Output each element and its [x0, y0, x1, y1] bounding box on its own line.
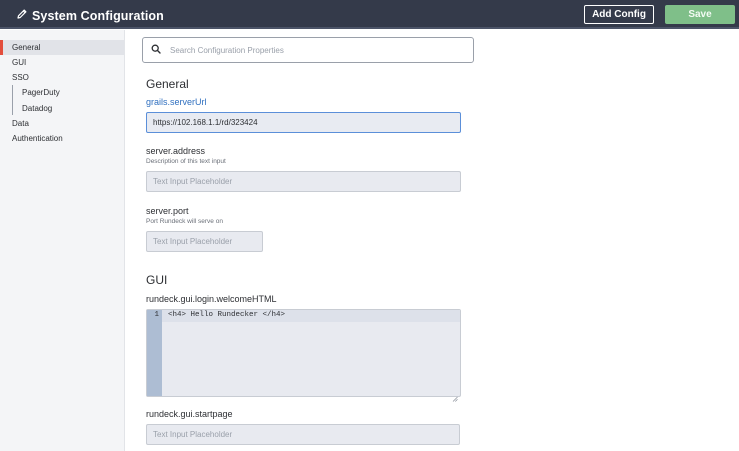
code-line[interactable]: <h4> Hello Rundecker </h4>	[168, 311, 285, 319]
app-window: System Configuration Add Config Save Gen…	[0, 0, 739, 451]
resize-handle-icon[interactable]	[452, 389, 458, 402]
sidebar-item-gui[interactable]: GUI	[0, 55, 124, 70]
sidebar-item-authentication[interactable]: Authentication	[0, 131, 124, 146]
sidebar-item-datadog[interactable]: Datadog	[0, 101, 124, 116]
server-port-description: Port Rundeck will serve on	[146, 218, 223, 225]
search-input[interactable]	[170, 45, 460, 55]
page-title: System Configuration	[32, 9, 164, 23]
header-brand: System Configuration	[16, 7, 164, 25]
startpage-label: rundeck.gui.startpage	[146, 409, 233, 419]
server-url-input[interactable]	[146, 112, 461, 133]
main-content: General grails.serverUrl server.address …	[126, 30, 739, 451]
server-address-description: Description of this text input	[146, 158, 226, 165]
sidebar-item-sso[interactable]: SSO	[0, 70, 124, 85]
welcome-html-label: rundeck.gui.login.welcomeHTML	[146, 294, 277, 304]
pencil-icon	[16, 7, 32, 25]
section-title-general: General	[146, 77, 189, 91]
server-port-label: server.port	[146, 206, 189, 216]
sidebar-item-pagerduty[interactable]: PagerDuty	[0, 85, 124, 100]
server-address-label: server.address	[146, 146, 206, 156]
section-title-gui: GUI	[146, 273, 168, 287]
header-bar: System Configuration Add Config Save	[0, 0, 739, 29]
code-editor[interactable]: 1 <h4> Hello Rundecker </h4>	[146, 309, 461, 402]
line-number: 1	[154, 311, 159, 319]
editor-gutter	[147, 310, 162, 396]
server-address-input[interactable]	[146, 171, 461, 192]
add-config-button[interactable]: Add Config	[584, 5, 654, 24]
sidebar-item-general[interactable]: General	[0, 40, 124, 55]
server-url-label[interactable]: grails.serverUrl	[146, 97, 207, 107]
search-icon	[151, 41, 161, 59]
startpage-input[interactable]	[146, 424, 460, 445]
sidebar: General GUI SSO PagerDuty Datadog Data A…	[0, 30, 125, 451]
sidebar-item-data[interactable]: Data	[0, 116, 124, 131]
search-box[interactable]	[142, 37, 474, 63]
save-button[interactable]: Save	[665, 5, 735, 24]
server-port-input[interactable]	[146, 231, 263, 252]
